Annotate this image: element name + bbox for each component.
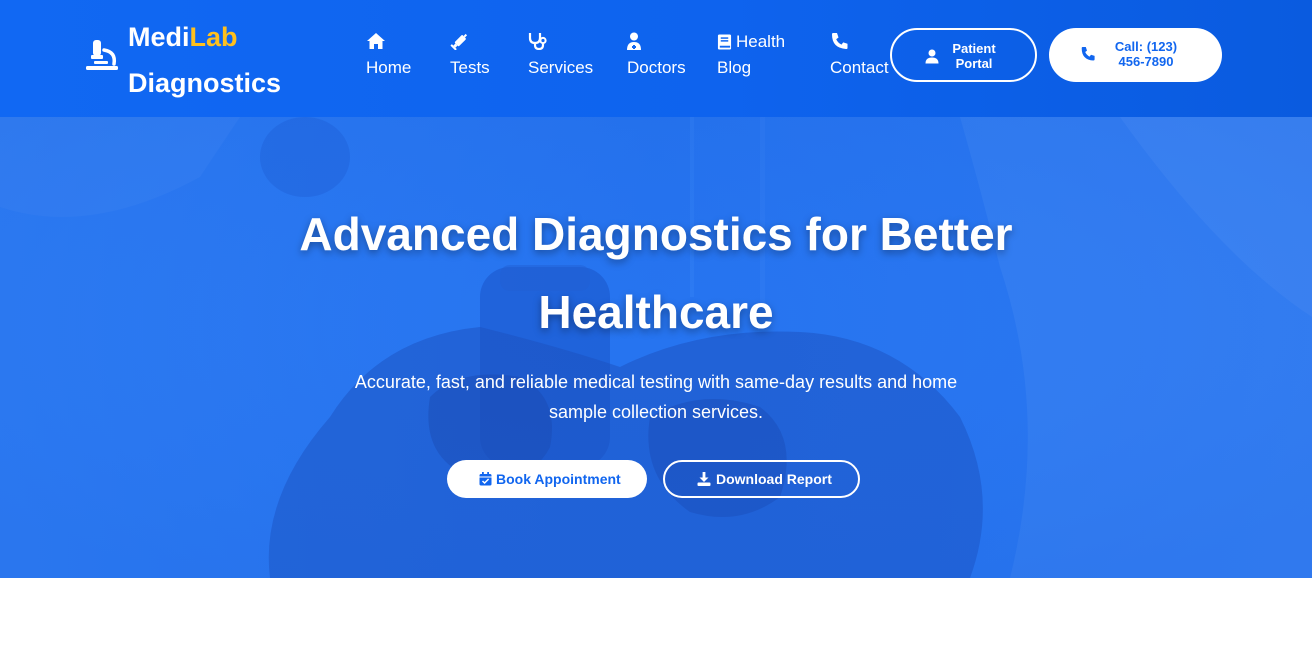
nav-services[interactable]: Services	[528, 30, 594, 86]
hero-title: Advanced Diagnostics for Better Healthca…	[256, 195, 1056, 351]
nav-contact-label: Contact	[830, 58, 889, 77]
calendar-check-icon	[479, 472, 492, 486]
phone-icon	[832, 33, 848, 49]
call-label-line1: Call: (123)	[1114, 39, 1178, 54]
syringe-icon	[450, 33, 468, 50]
call-button[interactable]: Call: (123) 456-7890	[1049, 28, 1222, 82]
hero-subtitle: Accurate, fast, and reliable medical tes…	[316, 367, 996, 427]
site-header: MediLab Diagnostics Home Tests Services	[0, 0, 1312, 117]
call-label-line2: 456-7890	[1118, 54, 1174, 69]
brand-name-line2: Diagnostics	[128, 68, 282, 98]
nav-doctors[interactable]: Doctors	[627, 30, 687, 86]
hero-subtitle-line1: Accurate, fast, and reliable medical tes…	[354, 372, 958, 392]
patient-portal-button[interactable]: Patient Portal	[890, 28, 1037, 82]
nav-home[interactable]: Home	[366, 30, 414, 86]
brand-name-part2: Lab	[189, 22, 238, 52]
patient-portal-label: Patient Portal	[944, 41, 1004, 71]
patient-portal-label-line2: Portal	[955, 56, 993, 71]
phone-icon	[1081, 47, 1095, 61]
nav-services-label: Services	[528, 58, 594, 77]
brand-name: MediLab Diagnostics	[128, 14, 281, 106]
microscope-icon	[86, 40, 118, 70]
book-icon	[717, 34, 732, 50]
brand-name-line1: MediLab	[128, 14, 281, 60]
nav-contact[interactable]: Contact	[830, 30, 889, 86]
doctor-icon	[627, 32, 641, 50]
home-icon	[367, 33, 385, 49]
stethoscope-icon	[528, 33, 547, 50]
nav-health-blog-label-line2: Blog	[717, 58, 752, 77]
page-content-area	[0, 578, 1312, 647]
nav-doctors-label: Doctors	[627, 58, 686, 77]
nav-health-blog-label-line1: Health	[736, 32, 786, 51]
download-report-button[interactable]: Download Report	[663, 460, 860, 498]
hero-section: Advanced Diagnostics for Better Healthca…	[0, 117, 1312, 578]
download-icon	[697, 472, 711, 486]
nav-tests[interactable]: Tests	[450, 30, 494, 86]
download-report-label: Download Report	[716, 471, 832, 487]
brand-logo[interactable]: MediLab Diagnostics	[84, 14, 304, 104]
brand-name-part1: Medi	[128, 22, 190, 52]
nav-home-label: Home	[366, 58, 412, 77]
hero-title-line2: Healthcare	[538, 286, 774, 338]
book-appointment-label: Book Appointment	[496, 471, 621, 487]
call-label: Call: (123) 456-7890	[1106, 39, 1186, 69]
patient-portal-label-line1: Patient	[952, 41, 996, 56]
nav-health-blog[interactable]: Health Blog	[717, 30, 787, 86]
hero-title-line1: Advanced Diagnostics for Better	[299, 208, 1013, 260]
book-appointment-button[interactable]: Book Appointment	[447, 460, 647, 498]
nav-tests-label: Tests	[450, 58, 490, 77]
hero-subtitle-line2: sample collection services.	[548, 402, 764, 422]
user-icon	[925, 49, 939, 64]
